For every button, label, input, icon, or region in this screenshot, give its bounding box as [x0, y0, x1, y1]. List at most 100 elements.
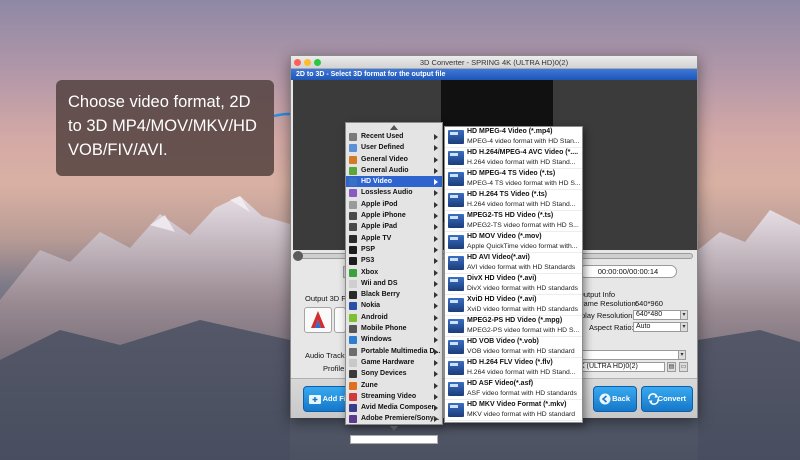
category-icon	[349, 347, 357, 356]
category-icon	[349, 358, 357, 367]
category-item[interactable]: HD Video	[346, 176, 442, 188]
format-item[interactable]: MPEG2-PS HD Video (*.mpg) MPEG2-PS video …	[445, 316, 582, 337]
category-icon	[349, 404, 357, 413]
category-item[interactable]: Wii and DS	[346, 278, 442, 289]
category-icon	[349, 313, 357, 322]
display-resolution-label: play Resolution:	[581, 311, 635, 320]
format-item[interactable]: HD MPEG-4 Video (*.mp4) MPEG-4 video form…	[445, 127, 582, 148]
category-icon	[349, 279, 357, 288]
display-resolution-dropdown-icon[interactable]: ▾	[680, 310, 688, 320]
add-file-icon	[309, 395, 321, 404]
format-item[interactable]: HD MOV Video (*.mov) Apple QuickTime vide…	[445, 232, 582, 253]
audio-track-dropdown-icon[interactable]: ▾	[678, 350, 686, 360]
submenu-arrow-icon	[434, 134, 438, 140]
category-label: Xbox	[361, 268, 379, 276]
category-item[interactable]: PSP	[346, 244, 442, 255]
category-search-input[interactable]	[350, 434, 438, 444]
category-label: Adobe Premiere/Sony...	[361, 415, 440, 423]
back-button[interactable]: Back	[593, 386, 637, 412]
category-label: Lossless Audio	[361, 189, 413, 197]
category-item[interactable]: General Video	[346, 154, 442, 165]
category-item[interactable]: Sony Devices	[346, 368, 442, 379]
aspect-ratio-dropdown-icon[interactable]: ▾	[680, 322, 688, 332]
category-item[interactable]: Zune	[346, 380, 442, 391]
category-item[interactable]: Lossless Audio	[346, 187, 442, 198]
category-item[interactable]: Adobe Premiere/Sony...	[346, 413, 442, 424]
format-name: MPEG2-TS HD Video (*.ts)	[467, 212, 554, 219]
category-item[interactable]: Avid Media Composer	[346, 402, 442, 413]
hd-format-icon	[448, 361, 464, 375]
playback-slider-knob[interactable]	[293, 251, 303, 261]
submenu-arrow-icon	[434, 269, 438, 276]
convert-label: Convert	[657, 394, 686, 403]
format-name: HD MKV Video Format (*.mkv)	[467, 401, 567, 408]
format-item[interactable]: HD MPEG-4 TS Video (*.ts) MPEG-4 TS video…	[445, 169, 582, 190]
format-item[interactable]: HD AVI Video(*.avi) AVI video format with…	[445, 253, 582, 274]
format-item[interactable]: HD H.264 TS Video (*.ts) H.264 video form…	[445, 190, 582, 211]
category-item[interactable]: Apple TV	[346, 233, 442, 244]
format-description: XviD video format with HD standards	[467, 306, 579, 313]
category-icon	[349, 415, 357, 424]
format-item[interactable]: HD H.264 FLV Video (*.flv) H.264 video fo…	[445, 358, 582, 379]
category-item[interactable]: PS3	[346, 255, 442, 266]
convert-button[interactable]: Convert	[641, 386, 693, 412]
category-item[interactable]: Xbox	[346, 267, 442, 278]
category-scroll-down-icon[interactable]	[346, 425, 442, 433]
category-item[interactable]: Android	[346, 312, 442, 323]
category-label: Mobile Phone	[361, 325, 407, 333]
profile-folder-icon[interactable]: ▭	[679, 362, 688, 372]
category-menu[interactable]: Recent Used User Defined General Video Gene…	[345, 122, 443, 444]
submenu-arrow-icon	[434, 235, 438, 242]
close-window-icon[interactable]	[294, 59, 301, 66]
category-icon	[349, 166, 357, 175]
category-label: PSP	[361, 245, 376, 253]
category-item[interactable]: Game Hardware	[346, 357, 442, 368]
category-label: Apple TV	[361, 234, 392, 242]
category-icon	[349, 325, 357, 334]
submenu-arrow-icon	[434, 405, 438, 412]
format-menu[interactable]: HD MPEG-4 Video (*.mp4) MPEG-4 video form…	[444, 126, 583, 423]
category-item[interactable]: User Defined	[346, 142, 442, 153]
format-name: DivX HD Video (*.avi)	[467, 275, 537, 282]
format-description: H.264 video format with HD Stand...	[467, 369, 576, 376]
category-item[interactable]: Streaming Video	[346, 391, 442, 402]
format-item[interactable]: DivX HD Video (*.avi) DivX video format w…	[445, 274, 582, 295]
category-item[interactable]: Windows	[346, 334, 442, 345]
minimize-window-icon[interactable]	[304, 59, 311, 66]
format-item[interactable]: HD VOB Video (*.vob) VOB video format wit…	[445, 337, 582, 358]
format-name: HD AVI Video(*.avi)	[467, 254, 530, 261]
category-label: Recent Used	[361, 133, 404, 140]
format-item[interactable]: XviD HD Video (*.avi) XviD video format w…	[445, 295, 582, 316]
category-item[interactable]: Black Berry	[346, 289, 442, 300]
format-item[interactable]: HD H.264/MPEG-4 AVC Video (*.... H.264 vi…	[445, 148, 582, 169]
audio-track-select[interactable]	[577, 350, 679, 360]
display-resolution-select[interactable]: 640*480	[633, 310, 681, 320]
profile-settings-icon[interactable]: ▤	[667, 362, 676, 372]
hd-format-icon	[448, 340, 464, 354]
anaglyph-3d-icon[interactable]	[304, 307, 332, 333]
hd-format-icon	[448, 277, 464, 291]
format-item[interactable]: MPEG2-TS HD Video (*.ts) MPEG2-TS video f…	[445, 211, 582, 232]
format-name: HD MPEG-4 TS Video (*.ts)	[467, 170, 556, 177]
format-description: MKV video format with HD standard	[467, 411, 576, 418]
submenu-arrow-icon	[434, 167, 438, 174]
category-item[interactable]: Nokia	[346, 300, 442, 311]
submenu-arrow-icon	[434, 224, 438, 231]
category-scroll-up-icon[interactable]	[346, 123, 442, 131]
category-item[interactable]: Apple iPod	[346, 199, 442, 210]
submenu-arrow-icon	[434, 337, 438, 344]
time-display: 00:00:00/00:00:14	[579, 265, 677, 278]
profile-field[interactable]: K (ULTRA HD)0(2)	[577, 362, 665, 372]
category-item[interactable]: Portable Multimedia D...	[346, 346, 442, 357]
format-item[interactable]: HD ASF Video(*.asf) ASF video format with…	[445, 379, 582, 400]
category-item[interactable]: Recent Used	[346, 131, 442, 142]
aspect-ratio-select[interactable]: Auto	[633, 322, 681, 332]
format-item[interactable]: HD MKV Video Format (*.mkv) MKV video for…	[445, 400, 582, 421]
category-item[interactable]: Apple iPhone	[346, 210, 442, 221]
category-item[interactable]: Apple iPad	[346, 221, 442, 232]
callout-box: Choose video format, 2D to 3D MP4/MOV/MK…	[56, 80, 274, 176]
category-icon	[349, 133, 357, 141]
category-item[interactable]: General Audio	[346, 165, 442, 176]
zoom-window-icon[interactable]	[314, 59, 321, 66]
category-item[interactable]: Mobile Phone	[346, 323, 442, 334]
